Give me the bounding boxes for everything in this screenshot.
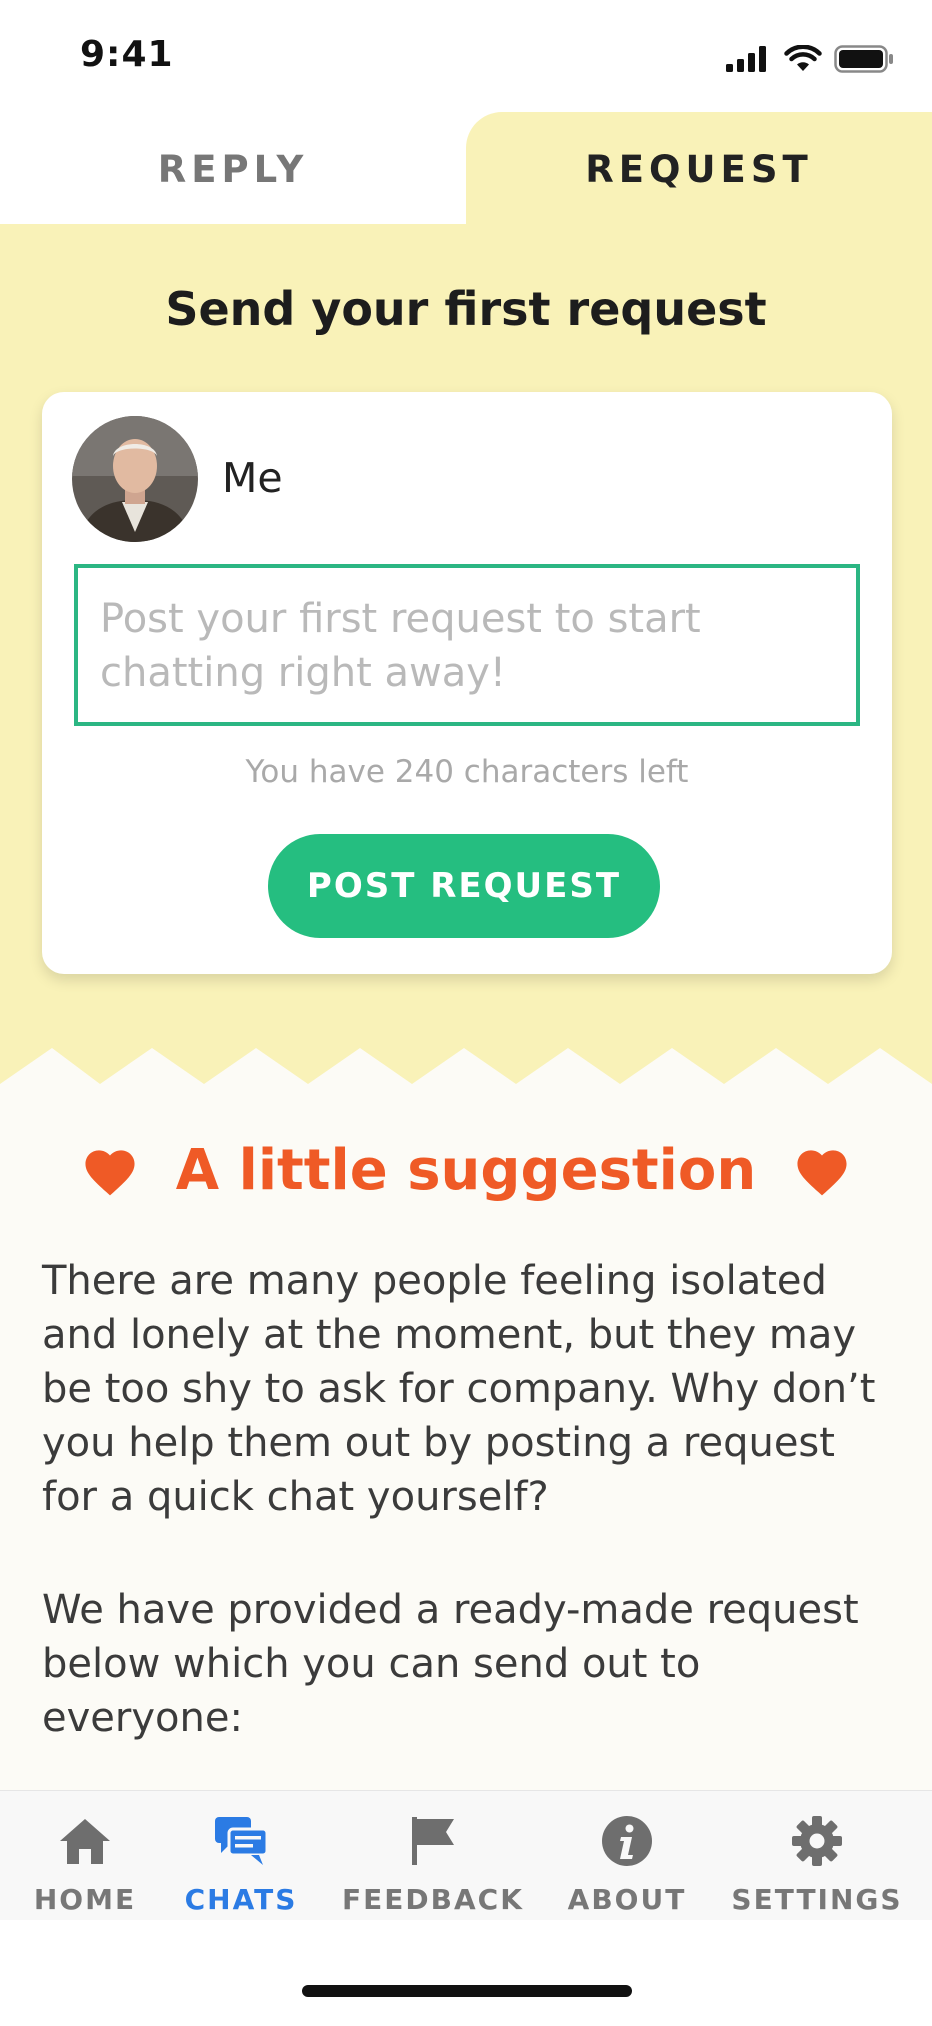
status-bar: 9:41	[0, 0, 932, 112]
chats-icon	[213, 1813, 269, 1869]
request-input[interactable]: Post your first request to start chattin…	[74, 564, 860, 726]
nav-label: CHATS	[184, 1883, 298, 1916]
signal-icon	[726, 46, 766, 72]
nav-item-feedback[interactable]: FEEDBACK	[338, 1791, 528, 1921]
bottom-nav: HOME CHATS FEEDBACK ABOUT SETTINGS	[0, 1790, 932, 1920]
zigzag-divider	[0, 1024, 932, 1084]
nav-item-chats[interactable]: CHATS	[166, 1791, 316, 1921]
suggestion-title: A little suggestion	[175, 1137, 757, 1203]
heart-icon	[797, 1150, 847, 1196]
flag-icon	[405, 1813, 461, 1869]
home-icon	[57, 1813, 113, 1869]
avatar	[72, 416, 198, 542]
request-card: Me Post your first request to start chat…	[42, 392, 892, 974]
nav-item-about[interactable]: ABOUT	[552, 1791, 702, 1921]
page-title: Send your first request	[165, 282, 767, 336]
status-time: 9:41	[80, 34, 174, 75]
suggestion-paragraph: There are many people feeling isolated a…	[42, 1258, 876, 1520]
tab-reply[interactable]: REPLY	[0, 112, 466, 226]
avatar-image	[72, 416, 198, 542]
nav-label: HOME	[33, 1883, 137, 1916]
tab-request[interactable]: REQUEST	[466, 112, 932, 226]
nav-label: SETTINGS	[731, 1883, 903, 1916]
nav-label: FEEDBACK	[342, 1883, 524, 1916]
request-screen: 9:41 REPLY REQUEST Send your first reque…	[0, 0, 932, 2026]
home-indicator	[302, 1985, 632, 1997]
suggestion-paragraph: We have provided a ready-made request be…	[42, 1587, 859, 1741]
nav-label: ABOUT	[567, 1883, 687, 1916]
suggestion-header: A little suggestion	[0, 1130, 932, 1210]
info-icon	[599, 1813, 655, 1869]
nav-item-settings[interactable]: SETTINGS	[726, 1791, 908, 1921]
wifi-icon	[784, 45, 822, 71]
user-name: Me	[222, 454, 283, 502]
characters-left-counter: You have 240 characters left	[245, 754, 689, 790]
status-icons	[726, 44, 894, 74]
nav-item-home[interactable]: HOME	[10, 1791, 160, 1921]
battery-icon	[834, 45, 893, 73]
gear-icon	[789, 1813, 845, 1869]
post-request-button[interactable]: POST REQUEST	[268, 834, 660, 938]
heart-icon	[85, 1150, 135, 1196]
